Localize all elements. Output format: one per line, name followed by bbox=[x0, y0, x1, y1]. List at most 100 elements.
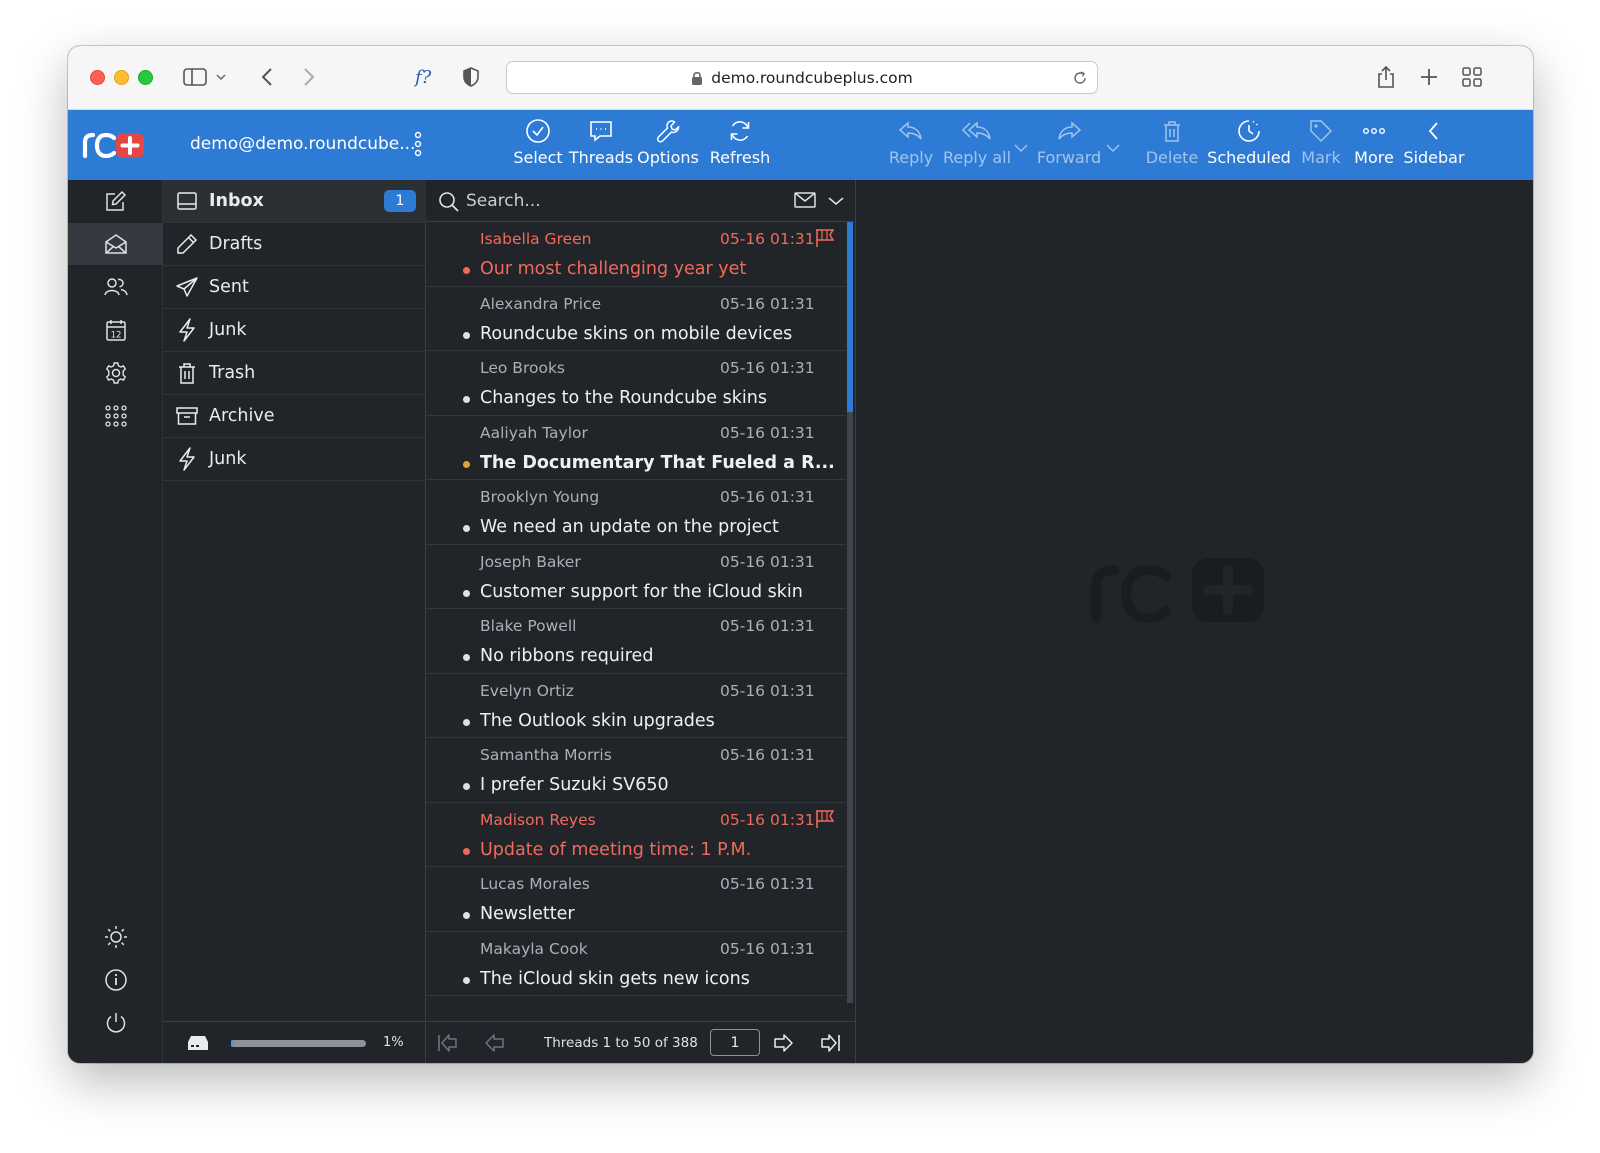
first-page-button[interactable] bbox=[434, 1030, 462, 1056]
close-window-button[interactable] bbox=[90, 70, 105, 85]
account-menu-icon[interactable] bbox=[414, 131, 422, 161]
status-dot[interactable] bbox=[463, 654, 470, 661]
reply-button[interactable]: Reply bbox=[886, 118, 936, 174]
next-page-button[interactable] bbox=[770, 1030, 798, 1056]
compose-button[interactable] bbox=[68, 180, 163, 222]
folder-junk-2[interactable]: Junk bbox=[163, 438, 426, 481]
message-row[interactable]: Leo Brooks 05-16 01:31 Changes to the Ro… bbox=[426, 351, 846, 416]
status-dot[interactable] bbox=[463, 396, 470, 403]
message-sender: Samantha Morris bbox=[480, 746, 612, 764]
address-bar[interactable]: demo.roundcubeplus.com bbox=[506, 61, 1098, 94]
about-button[interactable] bbox=[68, 959, 163, 1001]
logout-button[interactable] bbox=[68, 1002, 163, 1044]
select-button[interactable]: Select bbox=[508, 118, 568, 174]
reply-all-label: Reply all bbox=[942, 148, 1012, 167]
message-row[interactable]: Makayla Cook 05-16 01:31 The iCloud skin… bbox=[426, 932, 846, 996]
scheduled-button[interactable]: Scheduled bbox=[1207, 118, 1291, 174]
message-row[interactable]: Evelyn Ortiz 05-16 01:31 The Outlook ski… bbox=[426, 674, 846, 738]
status-dot[interactable] bbox=[463, 912, 470, 919]
status-dot[interactable] bbox=[463, 525, 470, 532]
message-row[interactable]: Isabella Green 05-16 01:31 Our most chal… bbox=[426, 222, 846, 287]
sidebar-button[interactable]: Sidebar bbox=[1402, 118, 1466, 174]
quota-progress-bar bbox=[231, 1040, 366, 1047]
more-button[interactable]: More bbox=[1350, 118, 1398, 174]
folder-label: Trash bbox=[209, 363, 256, 383]
previous-page-button[interactable] bbox=[480, 1030, 508, 1056]
search-icon[interactable] bbox=[438, 191, 460, 213]
check-circle-icon bbox=[526, 119, 550, 143]
last-page-button[interactable] bbox=[816, 1030, 844, 1056]
app-nav-rail: 12 bbox=[68, 180, 163, 1063]
refresh-button[interactable]: Refresh bbox=[708, 118, 772, 174]
message-row[interactable]: Alexandra Price 05-16 01:31 Roundcube sk… bbox=[426, 287, 846, 351]
sidebar-toggle-icon[interactable] bbox=[180, 62, 210, 92]
roundcube-plus-logo[interactable] bbox=[82, 128, 146, 164]
message-row[interactable]: Lucas Morales 05-16 01:31 Newsletter bbox=[426, 867, 846, 932]
status-dot[interactable] bbox=[463, 267, 470, 274]
list-pager: Threads 1 to 50 of 388 bbox=[426, 1021, 856, 1063]
account-name[interactable]: demo@demo.roundcube... bbox=[190, 134, 415, 154]
reply-all-dropdown-icon[interactable] bbox=[1014, 138, 1028, 157]
share-icon[interactable] bbox=[1371, 62, 1401, 92]
unread-dot[interactable] bbox=[463, 460, 470, 468]
chevron-down-icon[interactable] bbox=[212, 62, 230, 92]
message-date: 05-16 01:31 bbox=[720, 294, 815, 313]
quota-percent: 1% bbox=[383, 1035, 404, 1050]
flag-icon[interactable] bbox=[814, 228, 836, 248]
status-dot[interactable] bbox=[463, 783, 470, 790]
mark-button[interactable]: Mark bbox=[1298, 118, 1344, 174]
message-sender: Joseph Baker bbox=[480, 552, 581, 571]
status-dot[interactable] bbox=[463, 331, 470, 339]
folder-junk[interactable]: Junk bbox=[163, 309, 426, 352]
message-row[interactable]: Madison Reyes 05-16 01:31 Update of meet… bbox=[426, 803, 846, 867]
message-sender: Lucas Morales bbox=[480, 875, 590, 893]
flag-icon[interactable] bbox=[814, 809, 836, 829]
status-dot[interactable] bbox=[463, 718, 470, 726]
folder-sent[interactable]: Sent bbox=[163, 266, 426, 309]
forward-button[interactable]: Forward bbox=[1036, 118, 1102, 174]
chevron-down-icon[interactable] bbox=[828, 196, 844, 206]
theme-toggle-button[interactable] bbox=[68, 916, 163, 958]
settings-nav-button[interactable] bbox=[68, 352, 163, 394]
folder-archive[interactable]: Archive bbox=[163, 395, 426, 438]
reply-all-button[interactable]: Reply all bbox=[940, 118, 1014, 174]
minimize-window-button[interactable] bbox=[114, 70, 129, 85]
tab-overview-icon[interactable] bbox=[1457, 62, 1487, 92]
envelope-filter-icon[interactable] bbox=[794, 192, 816, 208]
delete-button[interactable]: Delete bbox=[1146, 118, 1198, 174]
options-button[interactable]: Options bbox=[636, 118, 700, 174]
folder-label: Junk bbox=[209, 320, 247, 340]
status-dot[interactable] bbox=[463, 976, 470, 984]
apps-nav-button[interactable] bbox=[68, 395, 163, 437]
message-row[interactable]: Joseph Baker 05-16 01:31 Customer suppor… bbox=[426, 545, 846, 609]
roundcube-plus-watermark-icon bbox=[1091, 558, 1264, 624]
reload-icon[interactable] bbox=[1073, 71, 1087, 85]
folder-list: Inbox 1 Drafts Sent Junk Trash Archive J… bbox=[163, 180, 426, 1063]
quota-progress-fill bbox=[231, 1040, 234, 1047]
message-row[interactable]: Aaliyah Taylor 05-16 01:31 The Documenta… bbox=[426, 416, 846, 480]
forward-dropdown-icon[interactable] bbox=[1106, 138, 1120, 157]
status-dot[interactable] bbox=[463, 589, 470, 597]
options-label: Options bbox=[637, 148, 699, 167]
forward-icon[interactable] bbox=[294, 62, 324, 92]
back-icon[interactable] bbox=[252, 62, 282, 92]
new-tab-icon[interactable] bbox=[1414, 62, 1444, 92]
status-dot[interactable] bbox=[463, 847, 470, 855]
message-row[interactable]: Samantha Morris 05-16 01:31 I prefer Suz… bbox=[426, 738, 846, 803]
threads-button[interactable]: Threads bbox=[566, 118, 636, 174]
privacy-shield-icon[interactable] bbox=[456, 62, 486, 92]
contacts-nav-button[interactable] bbox=[68, 266, 163, 308]
formula-extension-icon[interactable]: f? bbox=[412, 62, 442, 92]
zoom-window-button[interactable] bbox=[138, 70, 153, 85]
folder-inbox[interactable]: Inbox 1 bbox=[163, 180, 426, 223]
message-row[interactable]: Blake Powell 05-16 01:31 No ribbons requ… bbox=[426, 609, 846, 674]
folder-trash[interactable]: Trash bbox=[163, 352, 426, 395]
calendar-nav-button[interactable]: 12 bbox=[68, 309, 163, 351]
page-number-input[interactable] bbox=[710, 1029, 760, 1056]
mail-nav-button[interactable] bbox=[68, 223, 163, 265]
list-scrollbar-thumb[interactable] bbox=[847, 222, 853, 412]
message-row[interactable]: Brooklyn Young 05-16 01:31 We need an up… bbox=[426, 480, 846, 545]
search-input[interactable] bbox=[466, 188, 766, 214]
message-date: 05-16 01:31 bbox=[720, 230, 815, 248]
folder-drafts[interactable]: Drafts bbox=[163, 223, 426, 266]
